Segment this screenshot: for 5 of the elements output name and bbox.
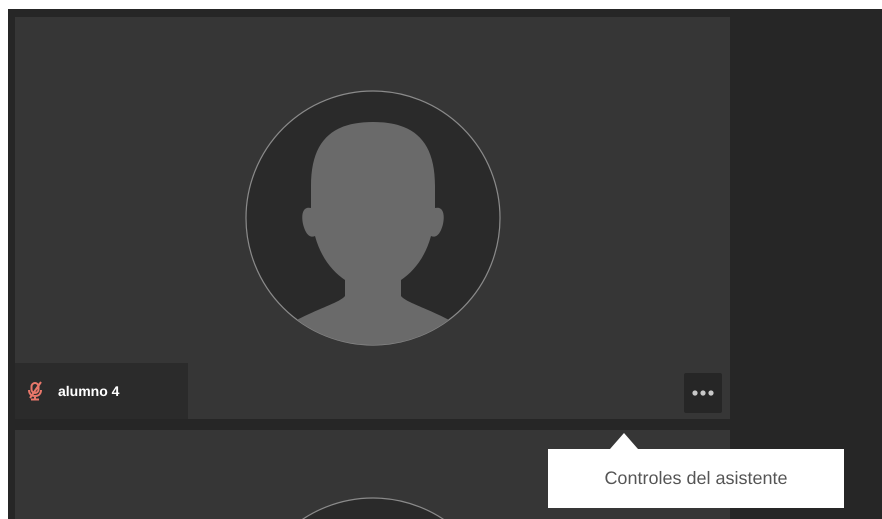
participant-name: alumno 4: [58, 382, 120, 400]
tooltip: Controles del asistente: [548, 433, 844, 508]
more-options-button[interactable]: [684, 373, 722, 413]
more-icon: [692, 390, 714, 396]
avatar-silhouette-icon: [244, 90, 500, 346]
